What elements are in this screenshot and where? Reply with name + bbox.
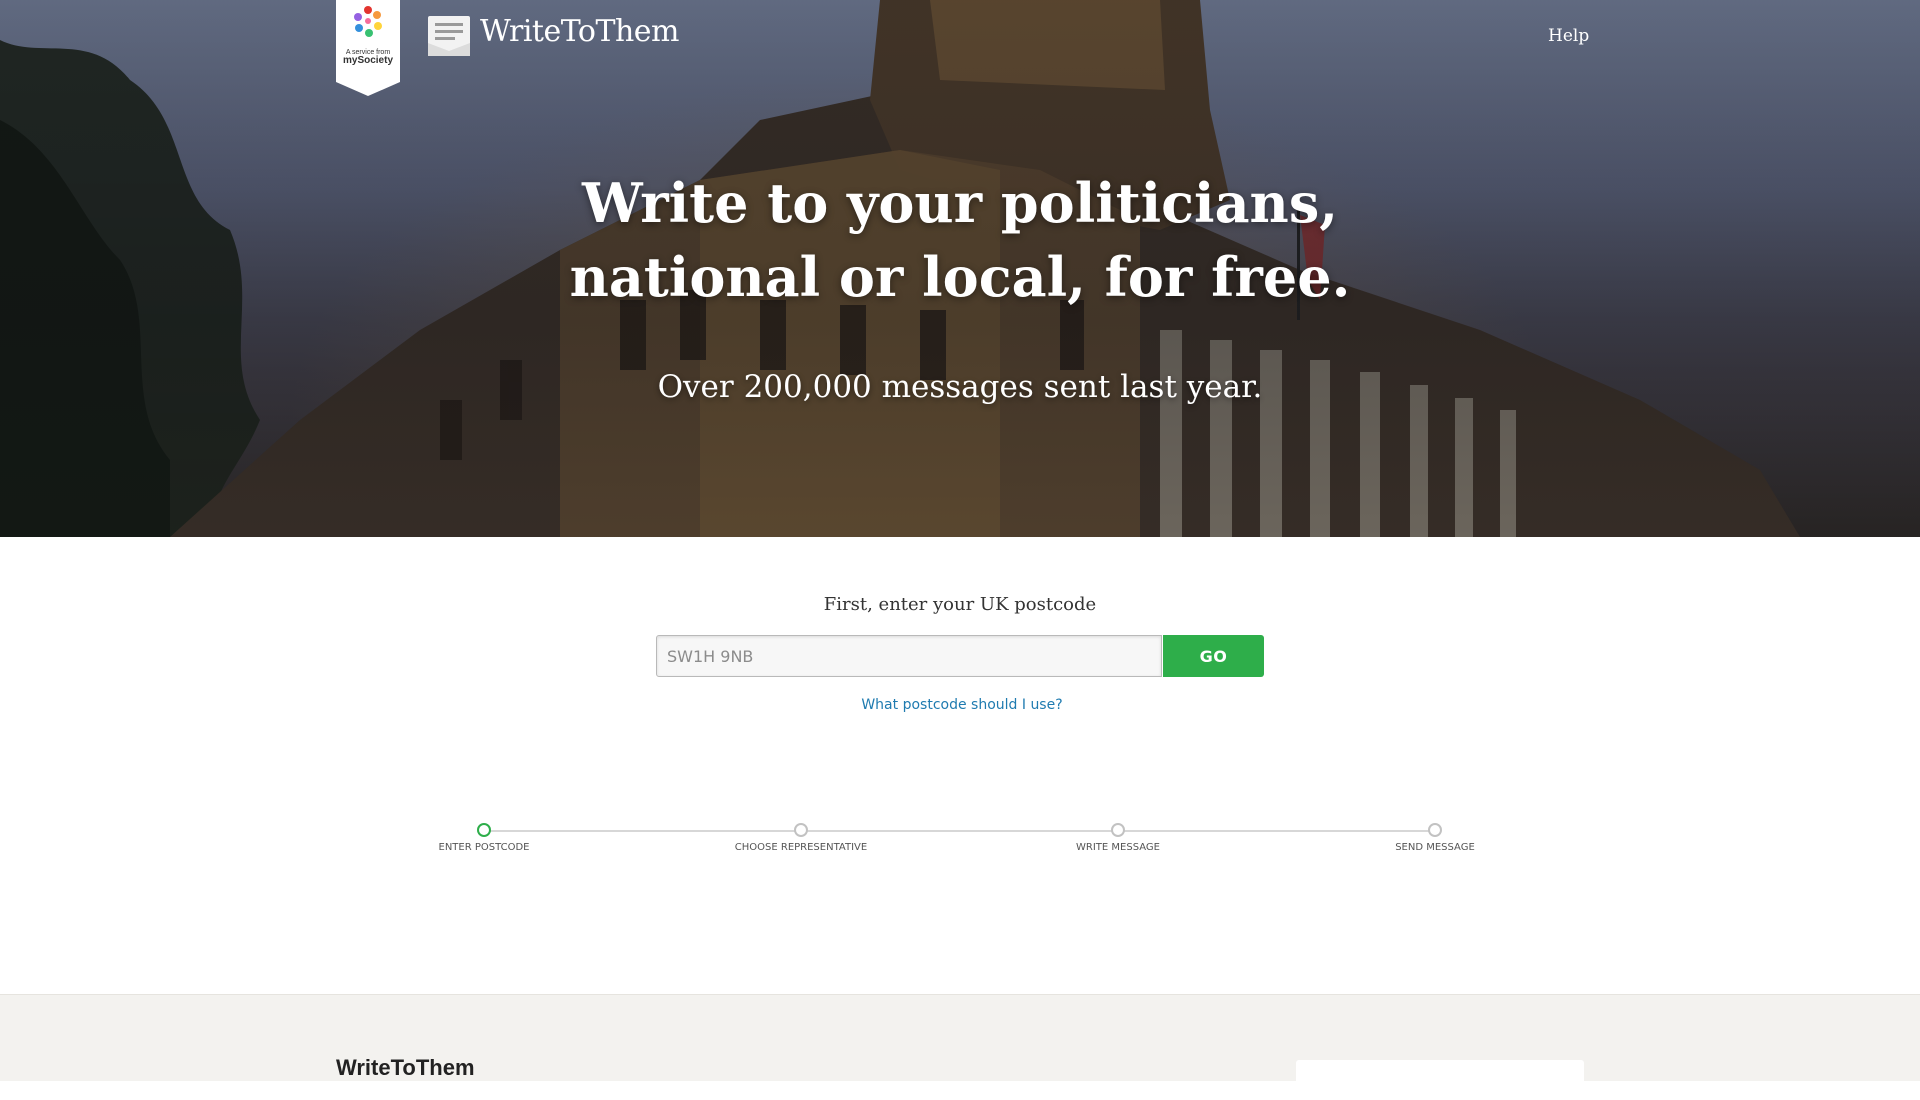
hero-headline: Write to your politicians, national or l… [569,171,1351,309]
step-send-message: Send message [1335,823,1535,853]
step-dot-icon [1111,823,1125,837]
step-dot-icon [1428,823,1442,837]
step-write-message: Write message [1018,823,1218,853]
progress-track [484,830,1436,832]
postcode-label: First, enter your UK postcode [823,594,1097,615]
badge-caption: A service from mySociety [336,49,400,67]
step-choose-representative: Choose representative [701,823,901,853]
step-dot-icon [794,823,808,837]
dot-red-icon [364,6,372,14]
footer [0,994,1920,1081]
site-logo-text[interactable]: WriteToThem [480,14,680,49]
step-label: Enter postcode [438,842,530,853]
step-label: Send message [1395,842,1475,853]
badge-line2: mySociety [342,55,394,67]
hero-subline: Over 200,000 messages sent last year. [657,369,1263,405]
go-button[interactable]: GO [1163,635,1264,677]
footer-panel [1296,1060,1584,1100]
postcode-help-link[interactable]: What postcode should I use? [660,697,1264,713]
step-label: Write message [1076,842,1160,853]
envelope-logo-icon[interactable] [427,15,473,57]
footer-title: WriteToThem [336,1055,475,1080]
step-enter-postcode: Enter postcode [384,823,584,853]
help-link[interactable]: Help [1548,26,1589,46]
postcode-input[interactable] [656,635,1162,677]
mysociety-badge[interactable] [336,0,400,96]
step-dot-icon [477,823,491,837]
step-label: Choose representative [734,842,868,853]
